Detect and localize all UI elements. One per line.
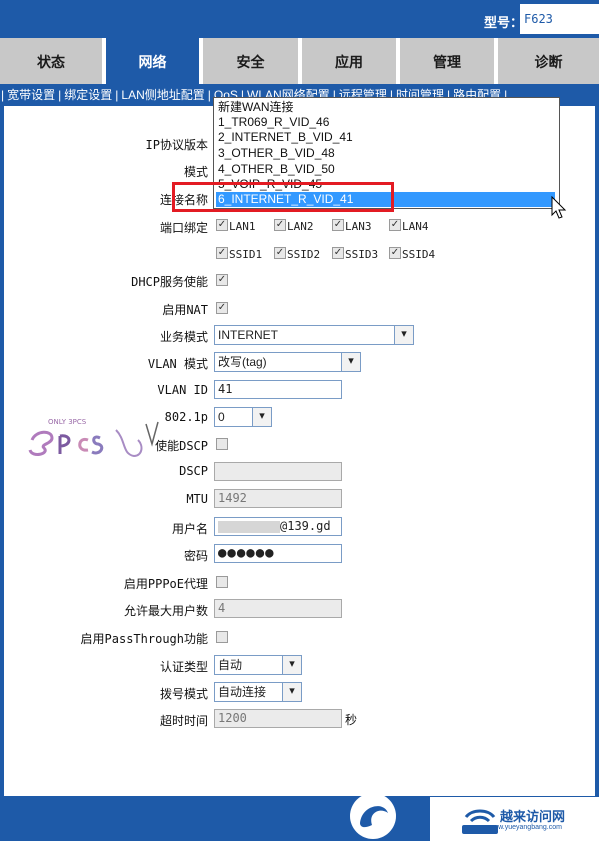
- timeout-input[interactable]: 1200: [214, 709, 342, 728]
- watermark-left-text: ONLY 3PCS: [48, 418, 87, 426]
- top-bar: 型号： F623: [0, 0, 599, 38]
- dd-option-new[interactable]: 新建WAN连接: [218, 100, 553, 115]
- auth-type-value: 自动: [218, 658, 243, 672]
- vlan-mode-value: 改写(tag): [218, 355, 267, 369]
- dscp-enable-checkbox[interactable]: [216, 438, 228, 450]
- ssid2-label: SSID2: [287, 248, 321, 261]
- model-value: F623: [520, 4, 599, 34]
- password-label: 密码: [183, 549, 208, 563]
- service-mode-select[interactable]: INTERNET ▾: [214, 325, 414, 345]
- chevron-down-icon: ▾: [282, 656, 301, 674]
- chevron-down-icon: ▾: [252, 408, 271, 426]
- password-input[interactable]: ●●●●●●: [214, 544, 342, 563]
- vlan-mode-select[interactable]: 改写(tag) ▾: [214, 352, 361, 372]
- vlan-id-label: VLAN ID: [157, 383, 208, 397]
- blurred-username: [218, 520, 280, 533]
- mtu-label: MTU: [186, 492, 208, 506]
- passthrough-label: 启用PassThrough功能: [80, 632, 208, 646]
- pppoe-proxy-label: 启用PPPoE代理: [123, 577, 208, 591]
- dhcp-label: DHCP服务使能: [131, 275, 208, 289]
- ssid4-label: SSID4: [402, 248, 436, 261]
- subnav-lan[interactable]: LAN侧地址配置: [119, 88, 206, 102]
- vlan-mode-label: VLAN 模式: [147, 357, 208, 371]
- tab-status[interactable]: 状态: [0, 38, 102, 84]
- lan2-checkbox[interactable]: ✓: [274, 219, 286, 231]
- lan1-label: LAN1: [229, 220, 256, 233]
- chevron-down-icon: ▾: [282, 683, 301, 701]
- ssid3-checkbox[interactable]: ✓: [332, 247, 344, 259]
- ssid3-label: SSID3: [345, 248, 379, 261]
- max-users-label: 允许最大用户数: [123, 604, 208, 618]
- username-suffix: @139.gd: [280, 519, 331, 533]
- dscp-label: DSCP: [179, 464, 208, 478]
- lan3-checkbox[interactable]: ✓: [332, 219, 344, 231]
- mouse-cursor-icon: [551, 196, 567, 219]
- mode-label: 模式: [183, 165, 208, 179]
- port-binding-label: 端口绑定: [159, 221, 208, 235]
- dial-mode-select[interactable]: 自动连接 ▾: [214, 682, 302, 702]
- ip-protocol-label: IP协议版本: [145, 138, 208, 152]
- tab-application[interactable]: 应用: [298, 38, 396, 84]
- tab-network[interactable]: 网络: [102, 38, 199, 84]
- chevron-down-icon: ▾: [394, 326, 413, 344]
- username-input[interactable]: @139.gd: [214, 517, 342, 536]
- nat-label: 启用NAT: [162, 303, 208, 317]
- subnav-binding[interactable]: 绑定设置: [62, 88, 114, 102]
- watermark-logo-icon: ONLY 3PCS: [28, 418, 159, 458]
- watermark-circle-icon: [350, 793, 396, 839]
- mtu-input[interactable]: 1492: [214, 489, 342, 508]
- main-tabs: 状态 网络 安全 应用 管理 诊断: [0, 38, 599, 84]
- nat-checkbox[interactable]: ✓: [216, 302, 228, 314]
- ssid2-checkbox[interactable]: ✓: [274, 247, 286, 259]
- lan4-label: LAN4: [402, 220, 429, 233]
- model-label: 型号：: [484, 15, 524, 30]
- lan4-checkbox[interactable]: ✓: [389, 219, 401, 231]
- ssid1-checkbox[interactable]: ✓: [216, 247, 228, 259]
- dhcp-checkbox[interactable]: ✓: [216, 274, 228, 286]
- tab-management[interactable]: 管理: [396, 38, 494, 84]
- tab-security[interactable]: 安全: [199, 38, 298, 84]
- lan3-label: LAN3: [345, 220, 372, 233]
- dial-mode-value: 自动连接: [218, 685, 267, 699]
- dd-option-3[interactable]: 3_OTHER_B_VID_48: [218, 146, 553, 161]
- subnav-broadband[interactable]: 宽带设置: [5, 88, 57, 102]
- highlight-box: [172, 182, 394, 212]
- swirl-icon: [360, 806, 388, 828]
- pppoe-proxy-checkbox[interactable]: [216, 576, 228, 588]
- auth-type-select[interactable]: 自动 ▾: [214, 655, 302, 675]
- service-mode-value: INTERNET: [218, 328, 278, 342]
- timeout-label: 超时时间: [159, 714, 208, 728]
- watermark-brand-text: 越来访问网: [500, 809, 566, 824]
- service-mode-label: 业务模式: [159, 330, 208, 344]
- auth-type-label: 认证类型: [159, 660, 208, 674]
- dd-option-1[interactable]: 1_TR069_R_VID_46: [218, 115, 553, 130]
- username-label: 用户名: [171, 522, 208, 536]
- chevron-down-icon: ▾: [341, 353, 360, 371]
- dscp-input[interactable]: [214, 462, 342, 481]
- vlan-id-input[interactable]: 41: [214, 380, 342, 399]
- tab-diagnosis[interactable]: 诊断: [494, 38, 599, 84]
- lan2-label: LAN2: [287, 220, 314, 233]
- watermark-url-text: www.yueyangbang.com: [488, 824, 562, 831]
- lan1-checkbox[interactable]: ✓: [216, 219, 228, 231]
- p8021-value: 0: [218, 410, 225, 424]
- timeout-unit: 秒: [345, 713, 358, 727]
- max-users-input[interactable]: 4: [214, 599, 342, 618]
- passthrough-checkbox[interactable]: [216, 631, 228, 643]
- dial-mode-label: 拨号模式: [159, 687, 208, 701]
- dd-option-2[interactable]: 2_INTERNET_B_VID_41: [218, 130, 553, 145]
- p8021-select[interactable]: 0 ▾: [214, 407, 272, 427]
- dd-option-4[interactable]: 4_OTHER_B_VID_50: [218, 162, 553, 177]
- ssid1-label: SSID1: [229, 248, 263, 261]
- ssid4-checkbox[interactable]: ✓: [389, 247, 401, 259]
